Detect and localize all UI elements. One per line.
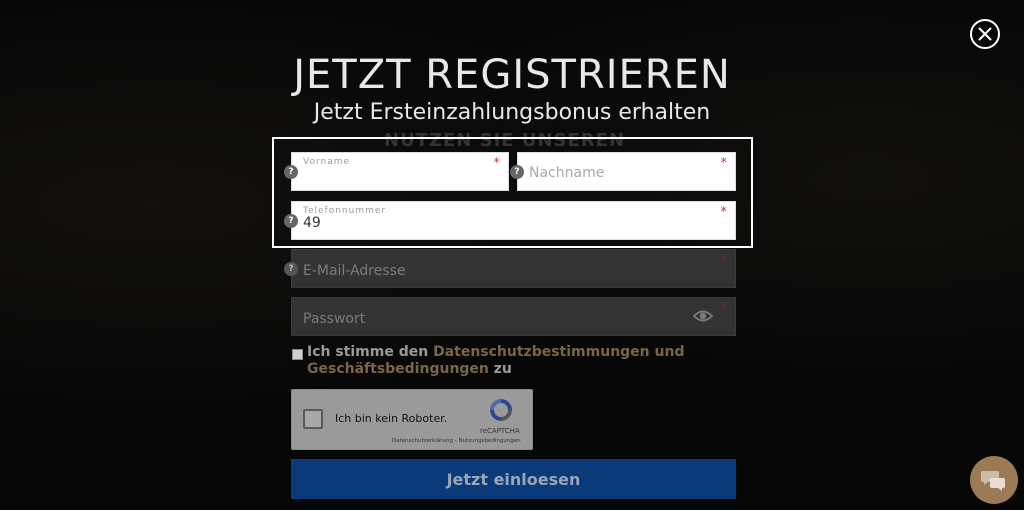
consent-text: Ich stimme den Datenschutzbestimmungen u…	[307, 344, 727, 378]
close-icon	[978, 27, 992, 41]
consent-suffix: zu	[488, 361, 512, 377]
recaptcha-links[interactable]: Datenschutzerklärung - Nutzungsbedingung…	[392, 438, 521, 444]
consent-checkbox[interactable]	[292, 349, 303, 360]
submit-button[interactable]: Jetzt einloesen	[291, 459, 736, 499]
recaptcha-brand: reCAPTCHA	[480, 427, 520, 435]
chat-icon	[981, 471, 1005, 491]
email-help-icon[interactable]: ?	[284, 262, 298, 276]
recaptcha-logo-icon	[490, 399, 512, 421]
recaptcha-checkbox[interactable]	[303, 409, 323, 429]
required-marker: *	[720, 253, 728, 268]
email-placeholder: E-Mail-Adresse	[303, 263, 406, 279]
eye-icon[interactable]	[693, 309, 713, 323]
modal-subtitle: Jetzt Ersteinzahlungsbonus erhalten	[313, 100, 711, 125]
recaptcha-label: Ich bin kein Roboter.	[335, 412, 448, 425]
close-button[interactable]	[970, 19, 1000, 49]
email-field[interactable]: E-Mail-Adresse *	[291, 249, 736, 288]
chat-button[interactable]	[970, 456, 1018, 504]
recaptcha-widget: Ich bin kein Roboter. reCAPTCHA Datensch…	[291, 389, 533, 450]
consent-prefix: Ich stimme den	[307, 344, 434, 360]
password-field[interactable]: Passwort *	[291, 297, 736, 336]
required-marker: *	[720, 301, 728, 316]
highlight-frame	[272, 137, 753, 248]
modal-title: JETZT REGISTRIEREN	[293, 52, 731, 98]
password-placeholder: Passwort	[303, 311, 366, 327]
